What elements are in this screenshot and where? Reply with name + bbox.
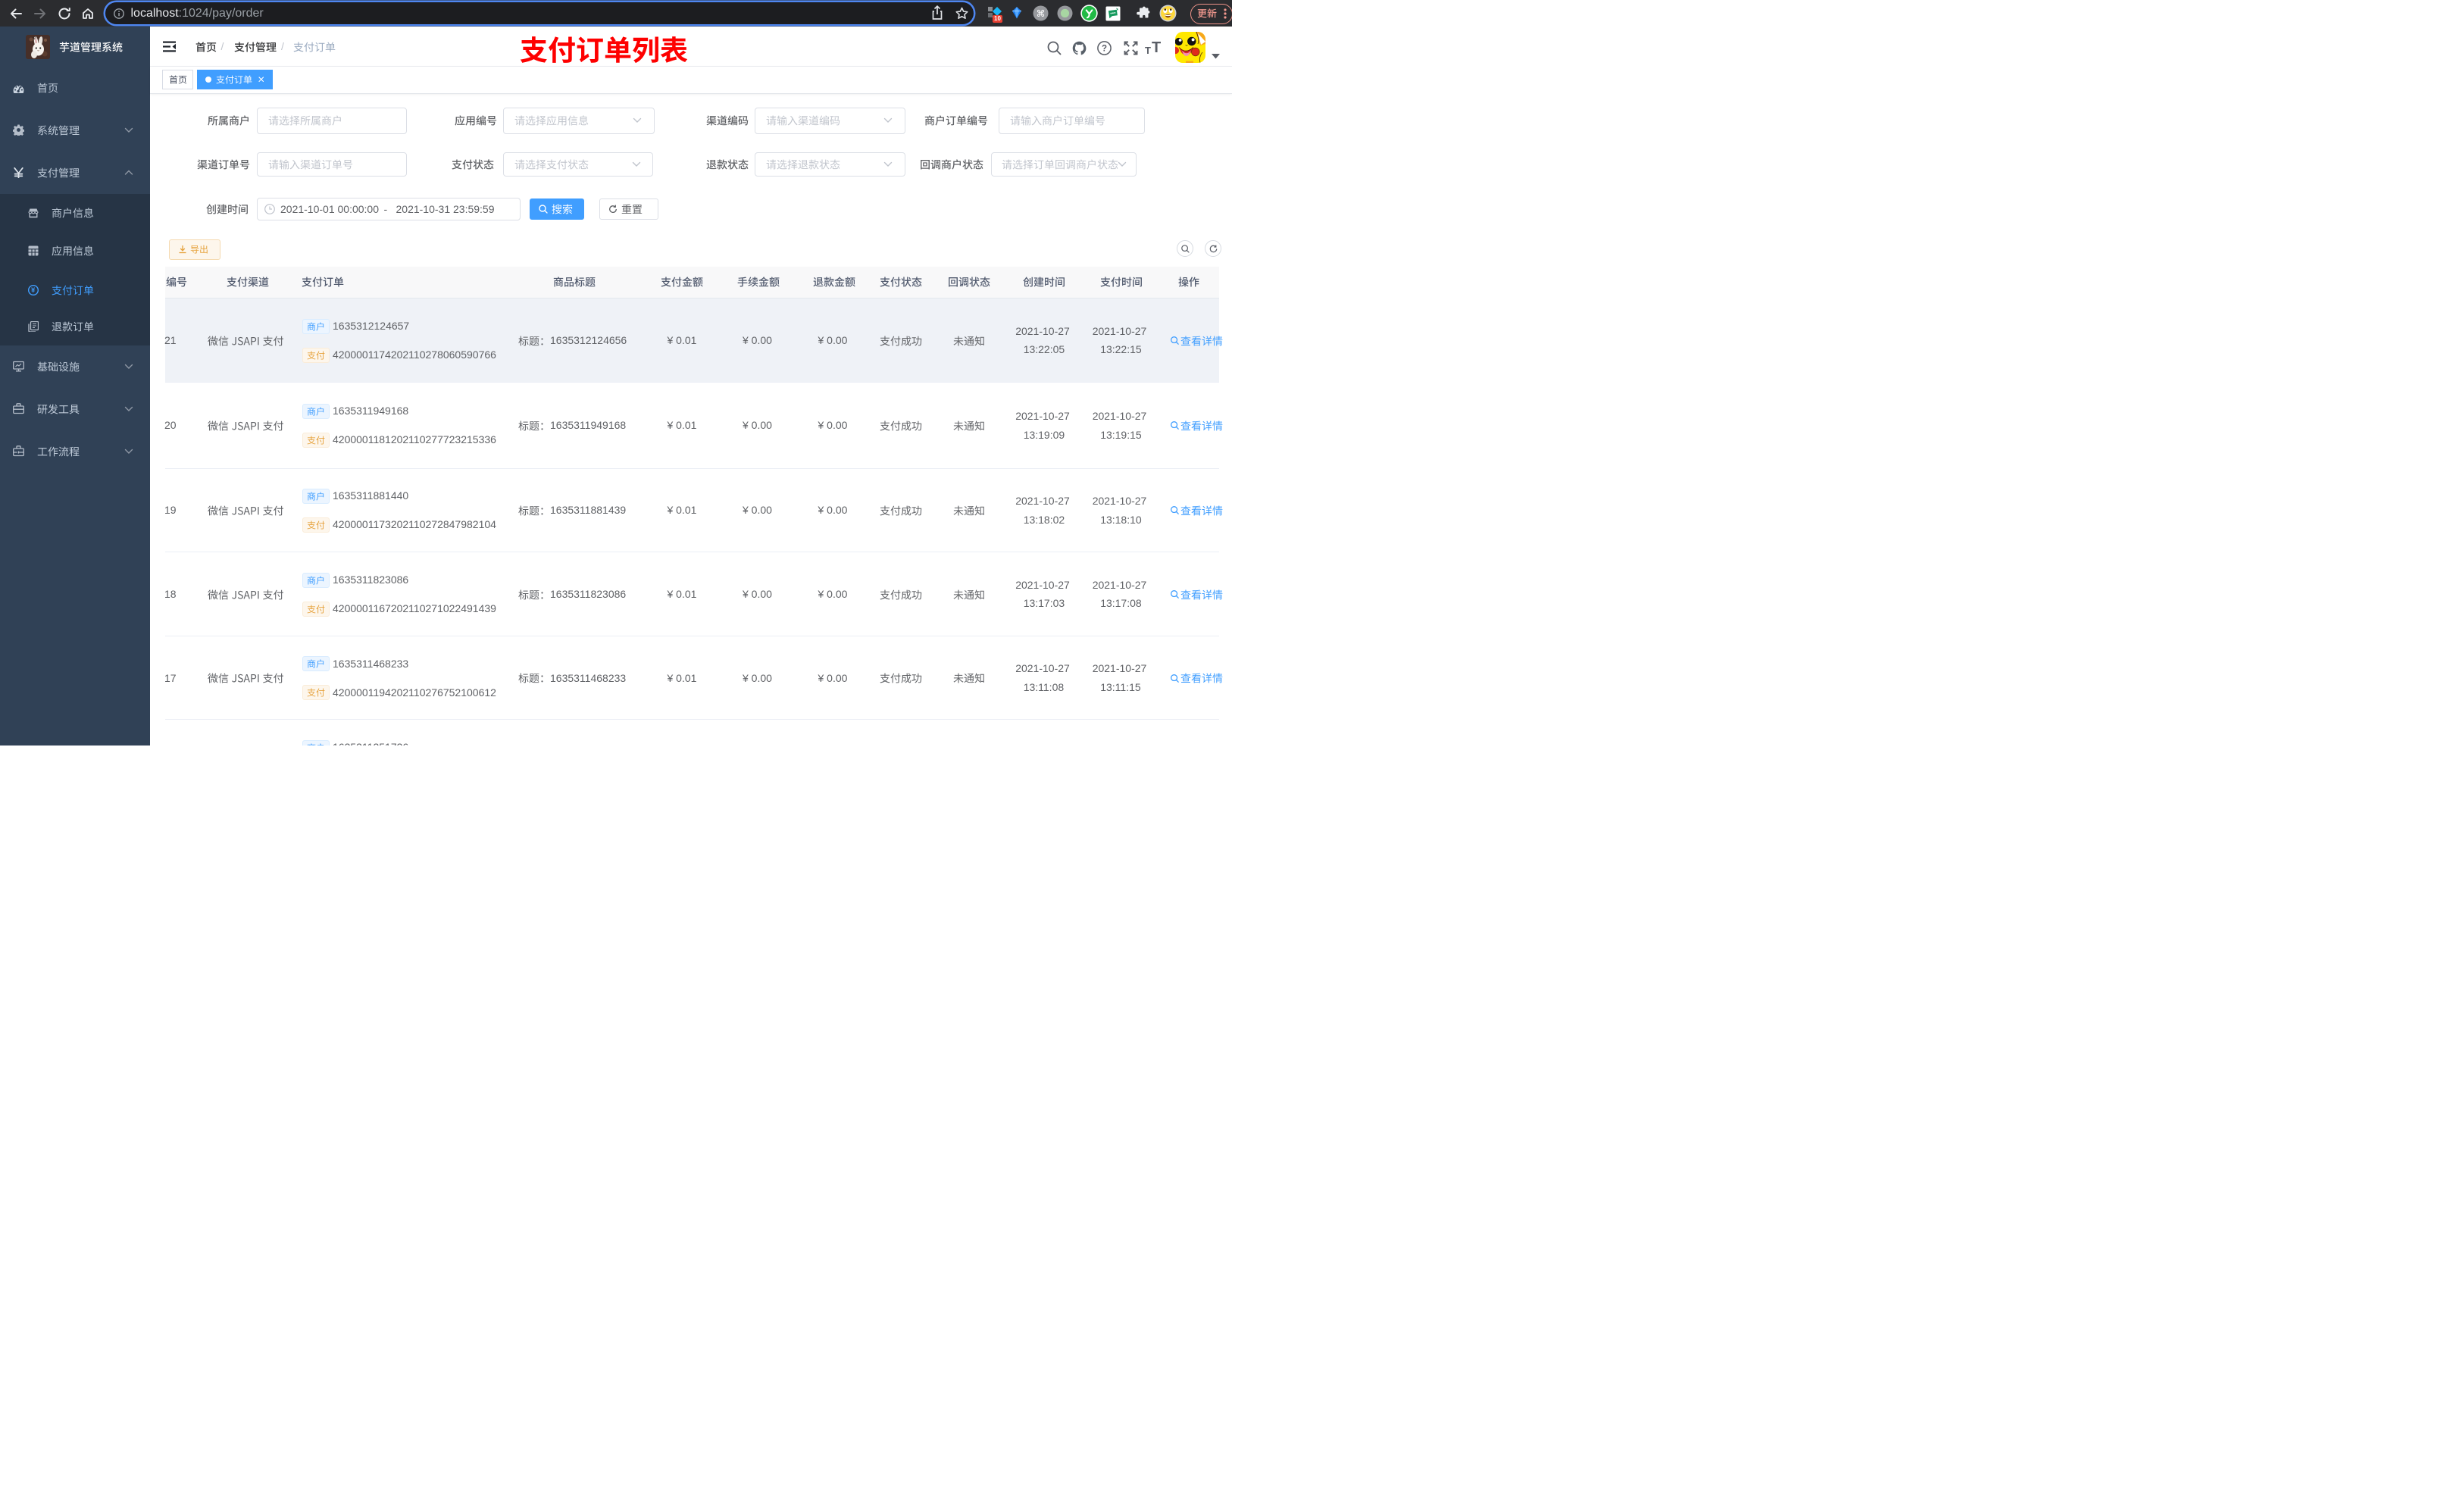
svg-text:?: ? bbox=[1102, 45, 1107, 54]
svg-text:⌘: ⌘ bbox=[1037, 8, 1046, 19]
